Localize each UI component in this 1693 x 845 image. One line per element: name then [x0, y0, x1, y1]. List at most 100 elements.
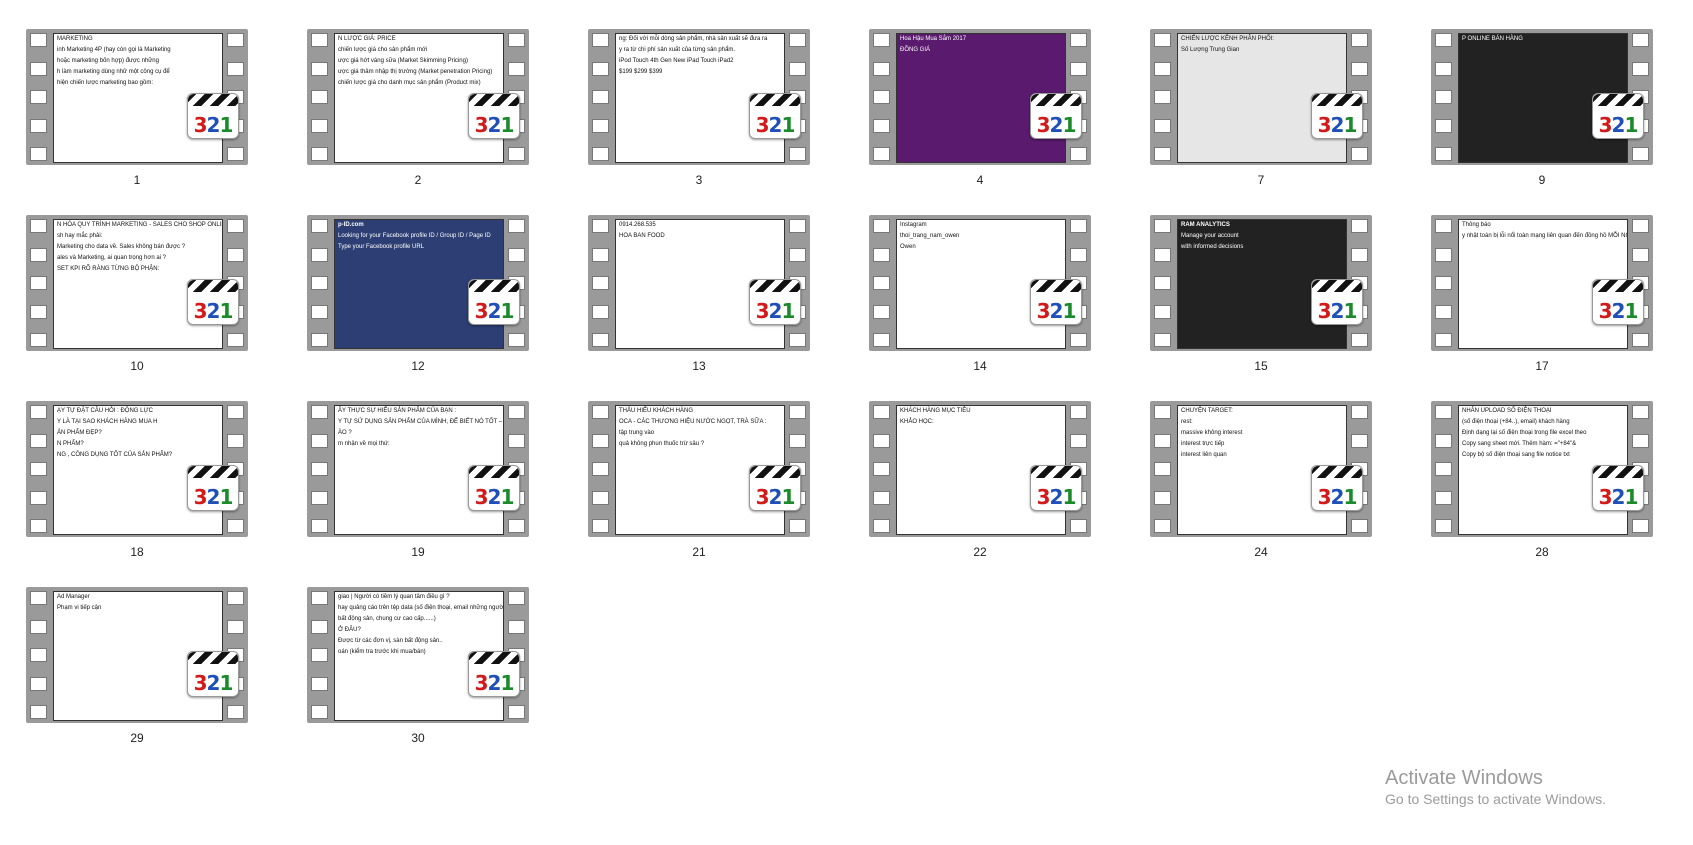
- watermark-title: Activate Windows: [1385, 767, 1543, 789]
- thumbnail-grid: MARKETING inh Marketing 4P (hay còn gọi l…: [0, 0, 1693, 845]
- mpc-321-icon: 321: [187, 279, 239, 325]
- thumbnail-caption: 4: [976, 173, 984, 187]
- frame-text-line: m nhận về mọi thứ:: [338, 441, 390, 447]
- mpc-321-icon: 321: [468, 279, 520, 325]
- thumbnail-item[interactable]: ÂY THỰC SỰ HIỂU SẢN PHẨM CỦA BẠN : Y TỰ S…: [281, 372, 531, 559]
- frame-text-line: Owen: [900, 244, 916, 250]
- frame-text-line: HOA BAN FOOD: [619, 233, 665, 239]
- frame-text-line: Số Lượng Trung Gian: [1181, 47, 1240, 53]
- frame-text-line: Y LÀ TẠI SAO KHÁCH HÀNG MUA H: [57, 419, 158, 425]
- frame-text-line: N HÓA QUY TRÌNH MARKETING - SALES CHO SH…: [57, 222, 222, 228]
- frame-text-line: interest liên quan: [1181, 452, 1227, 458]
- film-perforations: [1435, 219, 1452, 347]
- thumbnail-caption: 14: [973, 359, 987, 373]
- thumbnail-item[interactable]: Thông báo y nhật toán bị lỗi nổi toàn mạn…: [1405, 186, 1655, 373]
- thumbnail-item[interactable]: giao | Người có tiềm lý quan tâm điều gì…: [281, 558, 531, 745]
- frame-text-line: giao | Người có tiềm lý quan tâm điều gì…: [338, 594, 450, 600]
- thumbnail-item[interactable]: 0914.268.535 HOA BAN FOOD 321 13: [562, 186, 812, 373]
- mpc-321-icon: 321: [749, 279, 801, 325]
- frame-text-line: chiến lược giá cho sản phẩm mới: [338, 47, 428, 53]
- frame-text-line: iPod Touch 4th Gen New iPad Touch iPad2: [619, 58, 734, 64]
- thumbnail-item[interactable]: p-ID.com Looking for your Facebook profil…: [281, 186, 531, 373]
- thumbnail-item[interactable]: CHUYỆN TARGET: rest: massive không interes…: [1124, 372, 1374, 559]
- film-perforations: [30, 33, 47, 161]
- frame-text-line: RAM ANALYTICS: [1181, 222, 1230, 228]
- thumbnail-item[interactable]: Instagram thoi_trang_nam_owen Owen 321 14: [843, 186, 1093, 373]
- frame-text-line: 0914.268.535: [619, 222, 656, 228]
- thumbnail-item[interactable]: N LƯỢC GIÁ: PRICE chiến lược giá cho sản …: [281, 0, 531, 187]
- frame-text-line: sh hay mắc phải:: [57, 233, 103, 239]
- frame-text-line: $199 $299 $399: [619, 69, 663, 75]
- film-perforations: [592, 405, 609, 533]
- thumbnail-caption: 2: [414, 173, 422, 187]
- frame-text-line: NG , CÔNG DỤNG TỐT CỦA SẢN PHẨM?: [57, 452, 173, 458]
- film-perforations: [873, 33, 890, 161]
- frame-text-line: CHUYỆN TARGET:: [1181, 408, 1233, 414]
- thumbnail-caption: 24: [1254, 545, 1268, 559]
- thumbnail-item[interactable]: ẠY TỰ ĐẶT CÂU HỎI : ĐỘNG LỰC Y LÀ TẠI SAO…: [0, 372, 250, 559]
- frame-text-line: Manage your account: [1181, 233, 1239, 239]
- frame-text-line: Được từ các đơn vị, sàn bất động sản..: [338, 638, 443, 644]
- mpc-321-icon: 321: [1311, 279, 1363, 325]
- frame-text-line: ẢN PHẨM ĐẸP?: [57, 430, 102, 436]
- frame-text-line: massive không interest: [1181, 430, 1243, 436]
- mpc-321-icon: 321: [468, 465, 520, 511]
- thumbnail-item[interactable]: Hoa Hậu Mua Sắm 2017 ĐỒNG GIÁ 321 4: [843, 0, 1093, 187]
- frame-text-line: Hoa Hậu Mua Sắm 2017: [900, 36, 967, 42]
- watermark-subtitle: Go to Settings to activate Windows.: [1385, 791, 1606, 807]
- thumbnail-caption: 12: [411, 359, 425, 373]
- frame-text-line: hay quảng cáo trên tệp data (số điện tho…: [338, 605, 503, 611]
- thumbnail-item[interactable]: N HÓA QUY TRÌNH MARKETING - SALES CHO SH…: [0, 186, 250, 373]
- film-perforations: [1154, 219, 1171, 347]
- frame-text-line: p-ID.com: [338, 222, 364, 228]
- mpc-321-icon: 321: [1030, 465, 1082, 511]
- frame-text-line: ược giá thâm nhập thị trường (Market pen…: [338, 69, 493, 75]
- frame-text-line: N LƯỢC GIÁ: PRICE: [338, 36, 396, 42]
- frame-text-line: THẤU HIỂU KHÁCH HÀNG: [619, 408, 694, 414]
- mpc-321-icon: 321: [187, 465, 239, 511]
- film-perforations: [311, 33, 328, 161]
- activate-windows-watermark: Activate Windows Go to Settings to activ…: [1385, 766, 1606, 808]
- frame-text-line: rest:: [1181, 419, 1193, 425]
- frame-text-line: Instagram: [900, 222, 927, 228]
- frame-text-line: Ad Manager: [57, 594, 90, 600]
- frame-text-line: ng: Đối với mỗi dòng sản phẩm, nhà sản x…: [619, 36, 768, 42]
- thumbnail-item[interactable]: Ad Manager Phạm vi tiếp cận 321 29: [0, 558, 250, 745]
- thumbnail-item[interactable]: THẤU HIỂU KHÁCH HÀNG OCA - CÁC THƯƠNG HIỆ…: [562, 372, 812, 559]
- film-perforations: [1435, 33, 1452, 161]
- thumbnail-item[interactable]: ng: Đối với mỗi dòng sản phẩm, nhà sản x…: [562, 0, 812, 187]
- frame-text-line: chiến lược giá cho danh mục sản phẩm (Pr…: [338, 80, 481, 86]
- frame-text-line: Ở ĐÂU?: [338, 627, 361, 633]
- frame-text-line: interest trực tiếp: [1181, 441, 1225, 447]
- frame-text-line: P ONLINE BÁN HÀNG: [1462, 36, 1523, 42]
- film-perforations: [873, 219, 890, 347]
- mpc-321-icon: 321: [1030, 93, 1082, 139]
- thumbnail-caption: 29: [130, 731, 144, 745]
- film-perforations: [311, 219, 328, 347]
- thumbnail-item[interactable]: MARKETING inh Marketing 4P (hay còn gọi l…: [0, 0, 250, 187]
- thumbnail-item[interactable]: CHIẾN LƯỢC KÊNH PHÂN PHỐI: Số Lượng Trung…: [1124, 0, 1374, 187]
- mpc-321-icon: 321: [1592, 279, 1644, 325]
- film-perforations: [311, 405, 328, 533]
- frame-text-line: h làm marketing dùng nhử một công cụ để: [57, 69, 170, 75]
- thumbnail-caption: 28: [1535, 545, 1549, 559]
- thumbnail-caption: 7: [1257, 173, 1265, 187]
- film-perforations: [30, 591, 47, 719]
- film-perforations: [1435, 405, 1452, 533]
- thumbnail-item[interactable]: RAM ANALYTICS Manage your account with inf…: [1124, 186, 1374, 373]
- mpc-321-icon: 321: [1592, 465, 1644, 511]
- mpc-321-icon: 321: [1030, 279, 1082, 325]
- thumbnail-caption: 21: [692, 545, 706, 559]
- thumbnail-caption: 30: [411, 731, 425, 745]
- thumbnail-item[interactable]: P ONLINE BÁN HÀNG 321 9: [1405, 0, 1655, 187]
- thumbnail-caption: 13: [692, 359, 706, 373]
- frame-text-line: KHẢO HỌC:: [900, 419, 934, 425]
- film-perforations: [30, 219, 47, 347]
- thumbnail-item[interactable]: KHÁCH HÀNG MỤC TIÊU KHẢO HỌC: 321 22: [843, 372, 1093, 559]
- film-perforations: [873, 405, 890, 533]
- thumbnail-caption: 15: [1254, 359, 1268, 373]
- mpc-321-icon: 321: [187, 651, 239, 697]
- frame-text-line: ĐỒNG GIÁ: [900, 47, 931, 53]
- thumbnail-item[interactable]: NHÂN UPLOAD SỐ ĐIỆN THOẠI (số điện thoại …: [1405, 372, 1655, 559]
- mpc-321-icon: 321: [187, 93, 239, 139]
